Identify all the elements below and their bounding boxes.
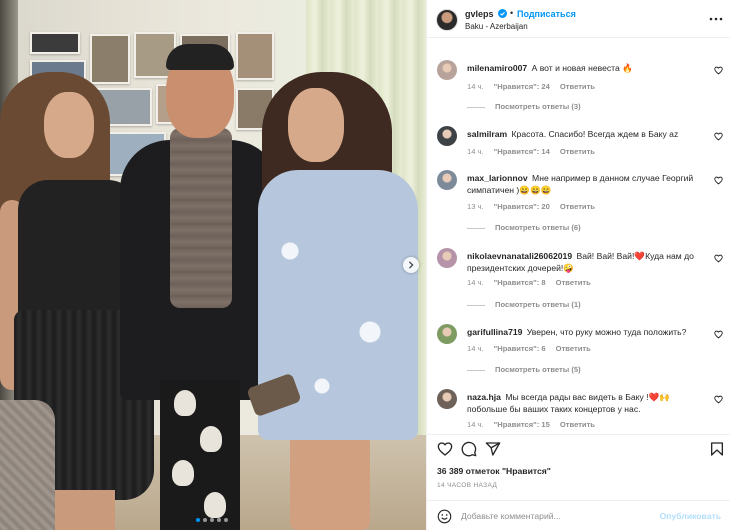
comment-likes[interactable]: "Нравится": 14 [494, 147, 550, 156]
comment-text: Красота. Спасибо! Всегда ждем в Баку az [511, 129, 679, 139]
carousel-dot [217, 518, 221, 522]
commenter-avatar[interactable] [437, 126, 457, 146]
man-hair [166, 44, 234, 70]
comment-meta: 14 ч. "Нравится": 8 Ответить [467, 278, 601, 287]
comment-text-block: naza.hja Мы всегда рады вас видеть в Бак… [467, 391, 705, 415]
woman-left-legs [45, 490, 115, 530]
follow-button[interactable]: Подписаться [517, 9, 576, 19]
likes-count[interactable]: 36 389 отметок "Нравится" [437, 466, 551, 476]
comment-meta: 14 ч. "Нравится": 6 Ответить [467, 344, 601, 353]
comment-text-block: milenamiro007 А вот и новая невеста 🔥 [467, 62, 705, 74]
commenter-username[interactable]: salmilram [467, 129, 507, 139]
commenter-username[interactable]: naza.hja [467, 392, 501, 402]
comment-text-block: garifullina719 Уверен, что руку можно ту… [467, 326, 705, 338]
comments-list[interactable]: milenamiro007 А вот и новая невеста 🔥 14 … [427, 38, 730, 434]
comment-like-heart-icon[interactable] [714, 132, 723, 141]
post-location[interactable]: Baku - Azerbaijan [465, 22, 528, 31]
commenter-avatar[interactable] [437, 170, 457, 190]
author-username[interactable]: gvleps [465, 9, 494, 19]
comment-item: nikolaevnanatali26062019 Вай! Вай! Вай!❤… [427, 248, 730, 309]
comment-item: milenamiro007 А вот и новая невеста 🔥 14 … [427, 60, 730, 120]
woman-right-legs [290, 430, 370, 530]
commenter-username[interactable]: max_larionnov [467, 173, 528, 183]
carousel-dot [203, 518, 207, 522]
view-replies-button[interactable]: Посмотреть ответы (6) [467, 223, 581, 232]
chevron-right-icon [408, 261, 414, 269]
comment-like-heart-icon[interactable] [714, 254, 723, 263]
comment-meta: 14 ч. "Нравится": 14 Ответить [467, 147, 605, 156]
carousel-dot [224, 518, 228, 522]
next-slide-button[interactable] [403, 257, 419, 273]
man-scarf [170, 128, 232, 308]
carousel-dot [196, 518, 200, 522]
commenter-username[interactable]: garifullina719 [467, 327, 522, 337]
comment-text: Уверен, что руку можно туда положить? [526, 327, 687, 337]
commenter-avatar[interactable] [437, 60, 457, 80]
author-avatar[interactable] [436, 9, 458, 31]
post-side-panel: gvleps • Подписаться Baku - Azerbaijan m… [426, 0, 730, 530]
foreground-coat [0, 400, 55, 530]
comment-age[interactable]: 14 ч. [467, 344, 484, 353]
commenter-avatar[interactable] [437, 248, 457, 268]
comment-likes[interactable]: "Нравится": 20 [494, 202, 550, 211]
comment-meta: 13 ч. "Нравится": 20 Ответить [467, 202, 605, 211]
reply-button[interactable]: Ответить [556, 278, 591, 287]
comment-likes[interactable]: "Нравится": 8 [494, 278, 546, 287]
reply-button[interactable]: Ответить [560, 420, 595, 429]
comment-input[interactable] [461, 507, 661, 525]
comment-like-heart-icon[interactable] [714, 395, 723, 404]
comment-like-heart-icon[interactable] [714, 330, 723, 339]
comment-likes[interactable]: "Нравится": 6 [494, 344, 546, 353]
comment-age[interactable]: 13 ч. [467, 202, 484, 211]
comment-likes[interactable]: "Нравится": 24 [494, 82, 550, 91]
comment-age[interactable]: 14 ч. [467, 278, 484, 287]
reply-button[interactable]: Ответить [560, 147, 595, 156]
comment-like-heart-icon[interactable] [714, 66, 723, 75]
woman-left-face [44, 92, 94, 158]
woman-right-face [288, 88, 344, 162]
comment-age[interactable]: 14 ч. [467, 420, 484, 429]
carousel-dots [196, 518, 228, 522]
heart-icon[interactable] [437, 441, 453, 457]
add-comment-bar: Опубликовать [427, 500, 730, 530]
comment-meta: 14 ч. "Нравится": 15 Ответить [467, 420, 605, 429]
publish-button[interactable]: Опубликовать [660, 511, 721, 521]
emoji-icon[interactable] [437, 509, 452, 524]
comment-icon[interactable] [461, 441, 477, 457]
comment-text-block: nikolaevnanatali26062019 Вай! Вай! Вай!❤… [467, 250, 705, 274]
comment-item: garifullina719 Уверен, что руку можно ту… [427, 324, 730, 384]
commenter-avatar[interactable] [437, 389, 457, 409]
man-pants [160, 380, 240, 530]
share-icon[interactable] [485, 441, 501, 457]
view-replies-button[interactable]: Посмотреть ответы (1) [467, 300, 581, 309]
commenter-username[interactable]: nikolaevnanatali26062019 [467, 251, 572, 261]
comment-text: А вот и новая невеста 🔥 [531, 63, 633, 73]
comment-meta: 14 ч. "Нравится": 24 Ответить [467, 82, 605, 91]
post-timestamp[interactable]: 14 ЧАСОВ НАЗАД [437, 482, 497, 489]
comment-age[interactable]: 14 ч. [467, 147, 484, 156]
comment-like-heart-icon[interactable] [714, 176, 723, 185]
comment-age[interactable]: 14 ч. [467, 82, 484, 91]
post-actions-bar [427, 434, 730, 462]
post-header: gvleps • Подписаться Baku - Azerbaijan [427, 0, 730, 38]
commenter-avatar[interactable] [437, 324, 457, 344]
post-photo[interactable] [0, 0, 426, 530]
comment-text-block: salmilram Красота. Спасибо! Всегда ждем … [467, 128, 705, 140]
bookmark-icon[interactable] [709, 441, 725, 457]
reply-button[interactable]: Ответить [556, 344, 591, 353]
header-separator: • [510, 8, 514, 18]
more-options-icon[interactable] [709, 14, 723, 24]
verified-badge-icon [498, 9, 507, 18]
view-replies-button[interactable]: Посмотреть ответы (3) [467, 102, 581, 111]
reply-button[interactable]: Ответить [560, 82, 595, 91]
carousel-dot [210, 518, 214, 522]
reply-button[interactable]: Ответить [560, 202, 595, 211]
view-replies-button[interactable]: Посмотреть ответы (5) [467, 365, 581, 374]
comment-likes[interactable]: "Нравится": 15 [494, 420, 550, 429]
comment-text-block: max_larionnov Мне например в данном случ… [467, 172, 705, 196]
comment-item: naza.hja Мы всегда рады вас видеть в Бак… [427, 389, 730, 434]
comment-item: max_larionnov Мне например в данном случ… [427, 170, 730, 232]
commenter-username[interactable]: milenamiro007 [467, 63, 527, 73]
